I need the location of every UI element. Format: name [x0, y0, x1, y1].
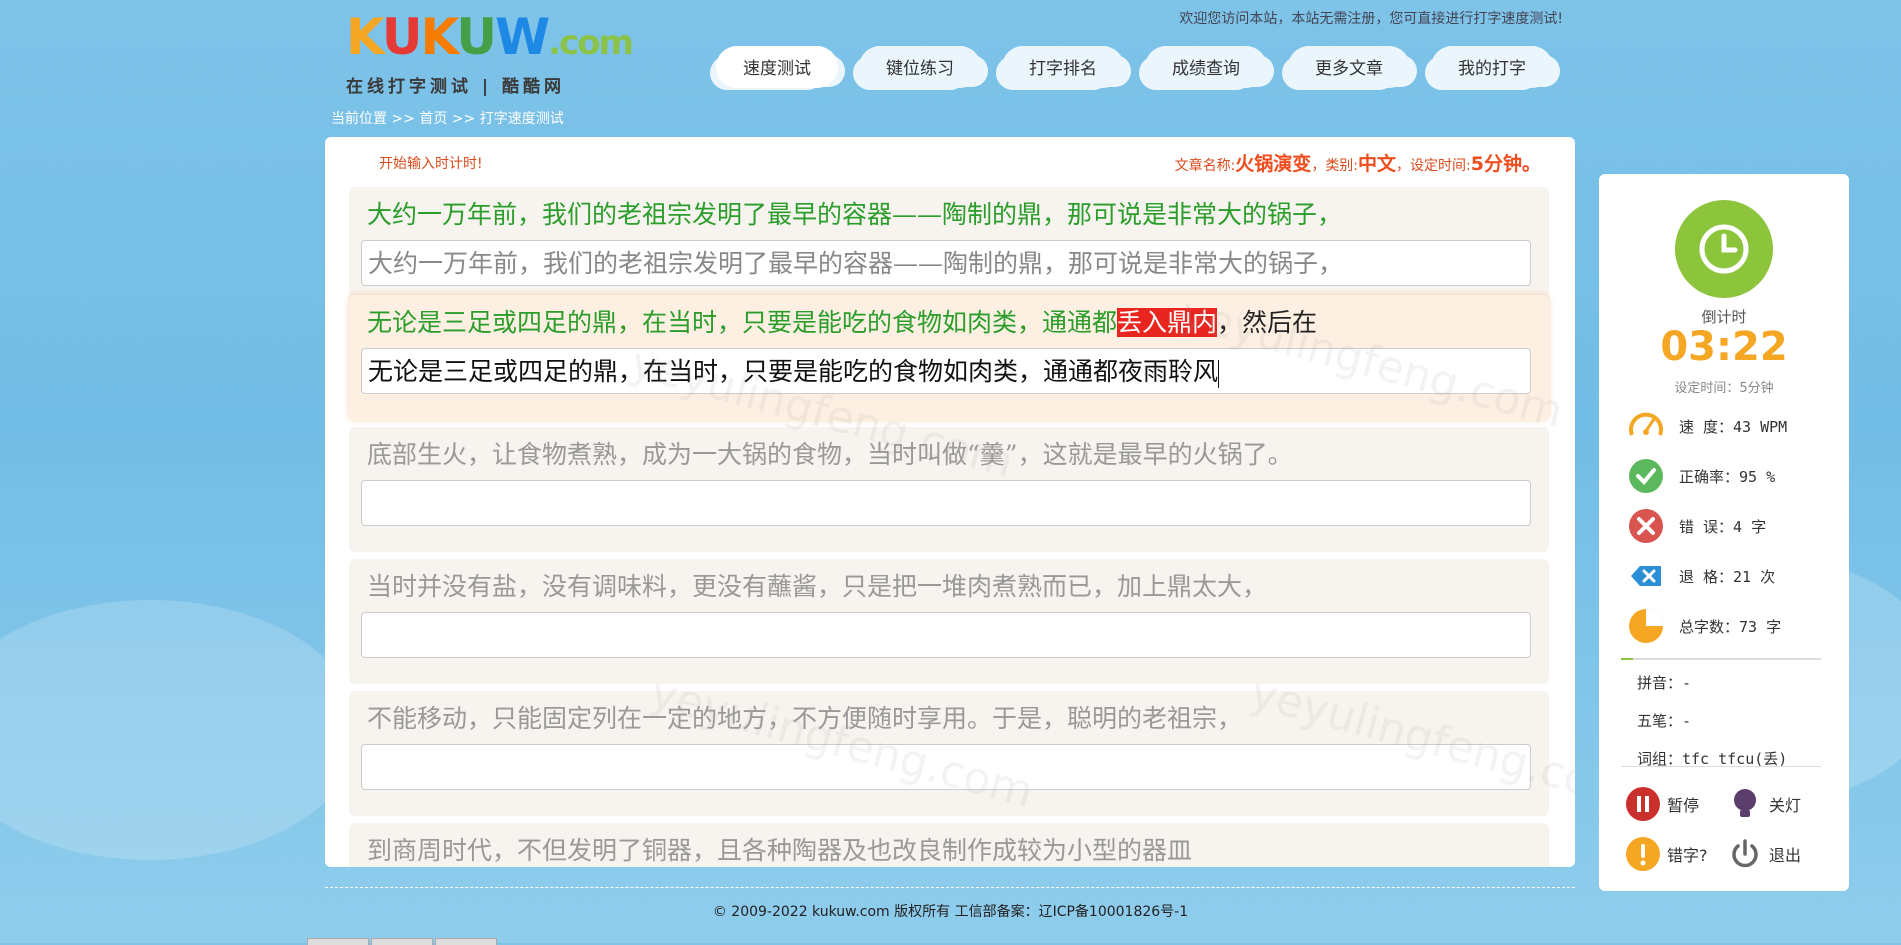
breadcrumb: 当前位置 >> 首页 >> 打字速度测试	[331, 111, 564, 127]
source-text: 不能移动，只能固定列在一定的地方，不方便随时享用。于是，聪明的老祖宗，	[367, 704, 1243, 733]
stat-total-chars: 总字数：73 字	[1627, 606, 1781, 646]
countdown-timer: 03:22	[1660, 324, 1788, 370]
text-caret	[1218, 359, 1220, 388]
nav-my-typing[interactable]: 我的打字	[1427, 38, 1557, 94]
bottom-tabs	[307, 938, 499, 945]
typing-input[interactable]	[361, 480, 1531, 526]
pause-icon	[1625, 786, 1661, 822]
stats-panel: 倒计时 03:22 设定时间：5分钟 速 度：43 WPM 正确率：95 % 错…	[1599, 174, 1849, 891]
set-time: 设定时间：5分钟	[1674, 381, 1774, 396]
warning-icon	[1625, 836, 1661, 872]
welcome-text: 欢迎您访问本站，本站无需注册，您可直接进行打字速度测试!	[1179, 11, 1563, 27]
nav-label: 键位练习	[886, 58, 954, 79]
text-line-1: 大约一万年前，我们的老祖宗发明了最早的容器——陶制的鼎，那可说是非常大的锅子， …	[349, 187, 1549, 312]
text-line-4: 当时并没有盐，没有调味料，更没有蘸酱，只是把一堆肉煮熟而已，加上鼎太大，	[349, 559, 1549, 684]
article-name: 火锅演变	[1235, 153, 1312, 175]
pie-icon	[1627, 607, 1665, 645]
text-line-6: 到商周时代，不但发明了铜器，且各种陶器及也改良制作成较为小型的器皿	[349, 823, 1549, 867]
wubi-hint: 五笔：-	[1637, 712, 1692, 730]
category-label: 类别:	[1325, 158, 1359, 174]
text-line-5: 不能移动，只能固定列在一定的地方，不方便随时享用。于是，聪明的老祖宗，	[349, 691, 1549, 816]
typing-panel: 开始输入时计时! 文章名称:火锅演变，类别:中文，设定时间:5分钟。 大约一万年…	[325, 137, 1575, 867]
typo-label: 错字?	[1667, 846, 1708, 865]
source-text: 大约一万年前，我们的老祖宗发明了最早的容器——陶制的鼎，那可说是非常大的锅子，	[367, 195, 1342, 231]
nav-label: 更多文章	[1315, 58, 1383, 79]
check-icon	[1627, 457, 1665, 495]
stat-label: 正确率：95 %	[1679, 467, 1776, 486]
source-text: 当时并没有盐，没有调味料，更没有蘸酱，只是把一堆肉煮熟而已，加上鼎太大，	[367, 572, 1268, 601]
nav-speed-test[interactable]: 速度测试	[712, 38, 842, 94]
pinyin-hint: 拼音：-	[1637, 674, 1692, 692]
backspace-icon	[1627, 557, 1665, 595]
divider	[1621, 658, 1821, 660]
exit-button[interactable]: 退出	[1727, 836, 1801, 872]
background-cloud	[0, 600, 360, 860]
typing-input[interactable]	[361, 744, 1531, 790]
category-value: 中文	[1358, 153, 1397, 175]
exit-label: 退出	[1769, 846, 1802, 865]
pause-button[interactable]: 暂停	[1625, 786, 1699, 822]
nav-label: 速度测试	[743, 58, 811, 79]
source-text: 无论是三足或四足的鼎，在当时，只要是能吃的食物如肉类，通通都丢入鼎内，然后在	[367, 303, 1317, 339]
lights-off-button[interactable]: 关灯	[1727, 786, 1801, 822]
stat-speed: 速 度：43 WPM	[1627, 406, 1787, 446]
nav-score-query[interactable]: 成绩查询	[1141, 38, 1271, 94]
logo-text: KUKUW.com	[346, 8, 634, 66]
footer: © 2009-2022 kukuw.com 版权所有 工信部备案：辽ICP备10…	[712, 904, 1189, 920]
bottom-tab[interactable]	[435, 938, 497, 945]
typed-text: 无论是三足或四足的鼎，在当时，只要是能吃的食物如肉类，通通都夜雨聆风	[368, 357, 1219, 386]
lights-off-label: 关灯	[1769, 796, 1802, 815]
stat-errors: 错 误：4 字	[1627, 506, 1766, 546]
typing-input[interactable]	[361, 612, 1531, 658]
source-text: 到商周时代，不但发明了铜器，且各种陶器及也改良制作成较为小型的器皿	[367, 836, 1193, 865]
typo-button[interactable]: 错字?	[1625, 836, 1708, 872]
stat-label: 错 误：4 字	[1679, 517, 1767, 536]
clock-icon	[1675, 200, 1773, 298]
nav-label: 打字排名	[1029, 58, 1097, 79]
footer-divider	[325, 887, 1575, 888]
stat-accuracy: 正确率：95 %	[1627, 456, 1775, 496]
stat-backspace: 退 格：21 次	[1627, 556, 1775, 596]
article-name-label: 文章名称:	[1174, 158, 1236, 174]
correct-text: 无论是三足或四足的鼎，在当时，只要是能吃的食物如肉类，通通都	[367, 308, 1118, 337]
nav-ranking[interactable]: 打字排名	[998, 38, 1128, 94]
pause-label: 暂停	[1667, 796, 1700, 815]
typing-input[interactable]: 大约一万年前，我们的老祖宗发明了最早的容器——陶制的鼎，那可说是非常大的锅子，	[361, 240, 1531, 286]
correct-text: 大约一万年前，我们的老祖宗发明了最早的容器——陶制的鼎，那可说是非常大的锅子，	[367, 200, 1343, 229]
text-line-3: 底部生火，让食物煮熟，成为一大锅的食物，当时叫做“羹”，这就是最早的火锅了。	[349, 427, 1549, 552]
remaining-text: ，然后在	[1217, 308, 1318, 337]
nav-key-practice[interactable]: 键位练习	[855, 38, 985, 94]
text-line-2: 无论是三足或四足的鼎，在当时，只要是能吃的食物如肉类，通通都丢入鼎内，然后在 无…	[349, 295, 1549, 420]
main-nav: 速度测试 键位练习 打字排名 成绩查询 更多文章 我的打字	[712, 38, 1570, 94]
logo-subtitle: 在线打字测试 | 酷酷网	[346, 77, 566, 97]
bottom-tab[interactable]	[371, 938, 433, 945]
start-hint: 开始输入时计时!	[379, 156, 483, 172]
lightbulb-icon	[1727, 786, 1763, 822]
bottom-tab[interactable]	[307, 938, 369, 945]
site-logo[interactable]: KUKUW.com 在线打字测试 | 酷酷网	[346, 8, 646, 97]
nav-label: 成绩查询	[1172, 58, 1240, 79]
typing-input-active[interactable]: 无论是三足或四足的鼎，在当时，只要是能吃的食物如肉类，通通都夜雨聆风	[361, 348, 1531, 394]
stat-label: 退 格：21 次	[1679, 567, 1776, 586]
stat-label: 总字数：73 字	[1679, 617, 1782, 636]
nav-label: 我的打字	[1458, 58, 1526, 79]
error-text: 丢入鼎内	[1117, 308, 1218, 337]
nav-more-articles[interactable]: 更多文章	[1284, 38, 1414, 94]
divider	[1621, 766, 1821, 767]
source-text: 底部生火，让食物煮熟，成为一大锅的食物，当时叫做“羹”，这就是最早的火锅了。	[367, 440, 1293, 469]
power-icon	[1727, 836, 1763, 872]
article-info: 文章名称:火锅演变，类别:中文，设定时间:5分钟。	[1174, 153, 1541, 175]
time-label: 设定时间:	[1410, 158, 1471, 174]
time-value: 5分钟。	[1470, 153, 1541, 175]
speedometer-icon	[1627, 407, 1665, 445]
stat-label: 速 度：43 WPM	[1679, 417, 1788, 436]
error-icon	[1627, 507, 1665, 545]
